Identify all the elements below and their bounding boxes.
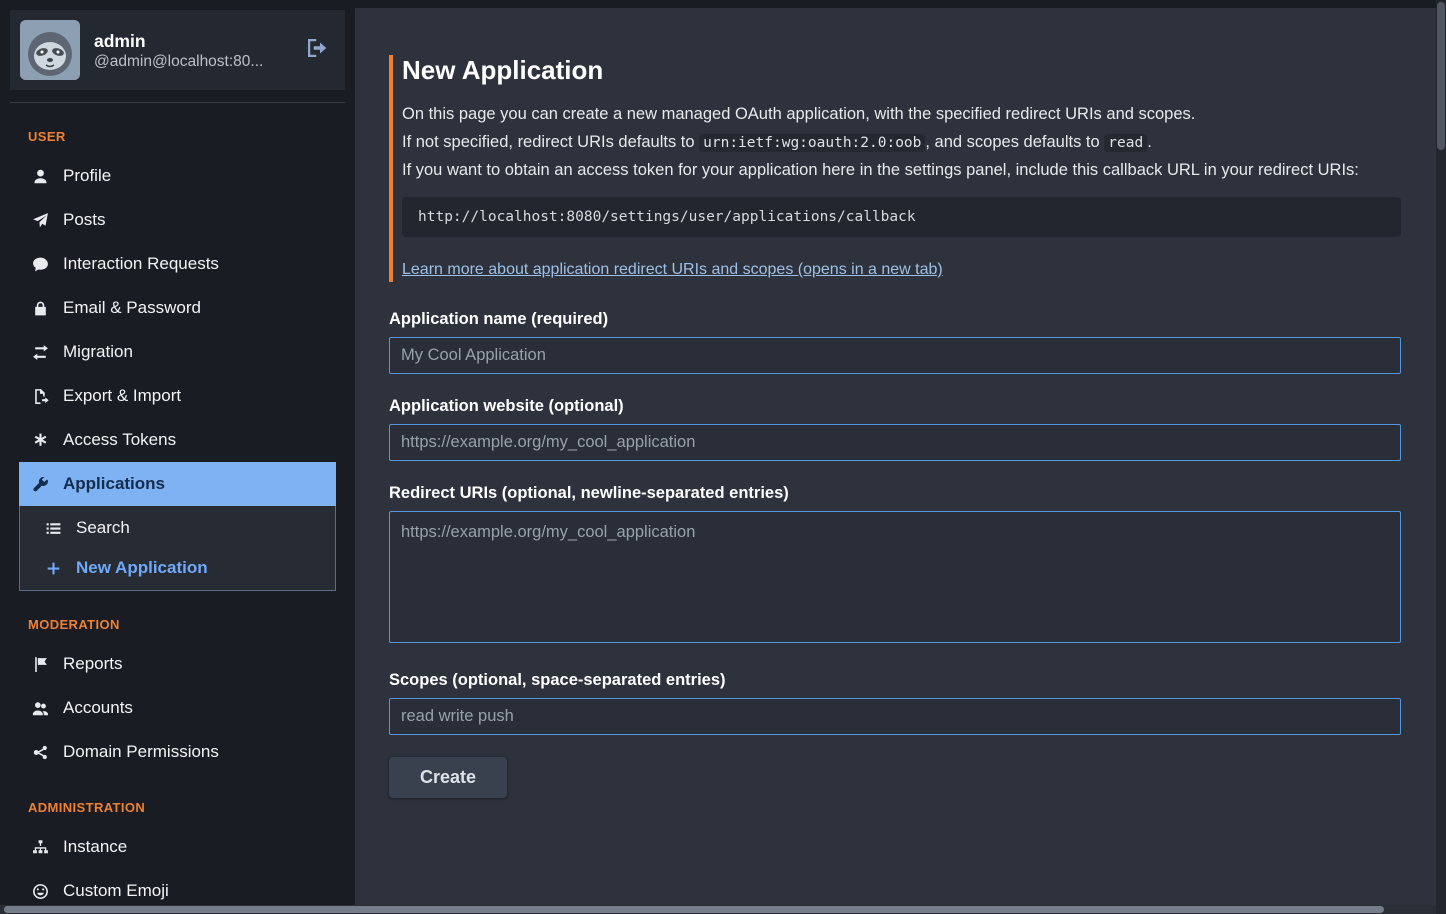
sidebar-item-export-import[interactable]: Export & Import bbox=[19, 374, 336, 418]
sidebar-item-search[interactable]: Search bbox=[20, 508, 335, 548]
file-export-icon bbox=[31, 388, 49, 405]
sidebar-item-domain-permissions[interactable]: Domain Permissions bbox=[19, 730, 336, 774]
sidebar-item-instance[interactable]: Instance bbox=[19, 825, 336, 869]
scopes-group: Scopes (optional, space-separated entrie… bbox=[389, 671, 1401, 735]
user-card[interactable]: admin @admin@localhost:80... bbox=[10, 10, 345, 90]
network-nodes-icon bbox=[31, 744, 49, 761]
sidebar: admin @admin@localhost:80... USER Profil… bbox=[0, 0, 355, 914]
sidebar-item-label: Export & Import bbox=[63, 385, 181, 407]
application-website-group: Application website (optional) bbox=[389, 397, 1401, 461]
sidebar-item-label: Search bbox=[76, 517, 130, 539]
section-header-administration: ADMINISTRATION bbox=[28, 800, 327, 815]
sidebar-item-label: Migration bbox=[63, 341, 133, 363]
list-icon bbox=[44, 520, 62, 537]
oob-inline-code: urn:ietf:wg:oauth:2.0:oob bbox=[699, 134, 925, 152]
learn-more-link[interactable]: Learn more about application redirect UR… bbox=[402, 261, 943, 278]
sitemap-icon bbox=[31, 839, 49, 856]
create-button[interactable]: Create bbox=[389, 757, 507, 798]
sidebar-item-profile[interactable]: Profile bbox=[19, 154, 336, 198]
application-website-label: Application website (optional) bbox=[389, 397, 1401, 416]
redirect-uris-textarea[interactable] bbox=[389, 511, 1401, 643]
sidebar-item-label: Interaction Requests bbox=[63, 253, 219, 275]
comment-icon bbox=[31, 256, 49, 273]
learn-more-wrap: Learn more about application redirect UR… bbox=[402, 257, 1401, 283]
sidebar-item-label: Access Tokens bbox=[63, 429, 176, 451]
sidebar-item-label: Instance bbox=[63, 836, 127, 858]
plus-icon bbox=[44, 560, 62, 577]
intro-line-2-pre: If not specified, redirect URIs defaults… bbox=[402, 133, 699, 151]
sidebar-item-applications[interactable]: Applications bbox=[19, 462, 336, 506]
token-asterisk-icon bbox=[31, 432, 49, 449]
main-panel: New Application On this page you can cre… bbox=[355, 8, 1436, 914]
avatar bbox=[20, 20, 80, 80]
vertical-scrollbar-track bbox=[1436, 0, 1446, 914]
page-title: New Application bbox=[402, 55, 1401, 86]
application-name-label: Application name (required) bbox=[389, 310, 1401, 329]
intro-line-2-post: . bbox=[1147, 133, 1152, 151]
flag-icon bbox=[31, 656, 49, 673]
exchange-arrows-icon bbox=[31, 344, 49, 361]
main-column: New Application On this page you can cre… bbox=[355, 0, 1436, 914]
horizontal-scrollbar-track bbox=[0, 905, 1436, 914]
user-card-wrap: admin @admin@localhost:80... bbox=[10, 10, 345, 103]
nav-administration: Instance Custom Emoji Actions bbox=[19, 825, 336, 914]
intro-line-1: On this page you can create a new manage… bbox=[402, 102, 1401, 127]
redirect-uris-group: Redirect URIs (optional, newline-separat… bbox=[389, 484, 1401, 648]
intro-block: New Application On this page you can cre… bbox=[389, 55, 1401, 282]
wrench-icon bbox=[31, 476, 49, 493]
scopes-label: Scopes (optional, space-separated entrie… bbox=[389, 671, 1401, 690]
section-header-moderation: MODERATION bbox=[28, 617, 327, 632]
sidebar-item-label: Posts bbox=[63, 209, 106, 231]
scopes-input[interactable] bbox=[389, 698, 1401, 735]
sidebar-item-label: Applications bbox=[63, 473, 165, 495]
sidebar-item-interaction-requests[interactable]: Interaction Requests bbox=[19, 242, 336, 286]
redirect-uris-label: Redirect URIs (optional, newline-separat… bbox=[389, 484, 1401, 503]
application-website-input[interactable] bbox=[389, 424, 1401, 461]
users-icon bbox=[31, 700, 49, 717]
sidebar-item-label: New Application bbox=[76, 557, 208, 579]
applications-submenu: Search New Application bbox=[19, 506, 336, 591]
sidebar-item-label: Custom Emoji bbox=[63, 880, 169, 902]
nav-user: Profile Posts Interaction Requests Email… bbox=[19, 154, 336, 462]
sidebar-item-access-tokens[interactable]: Access Tokens bbox=[19, 418, 336, 462]
sidebar-item-label: Accounts bbox=[63, 697, 133, 719]
section-header-user: USER bbox=[28, 129, 327, 144]
sidebar-item-label: Domain Permissions bbox=[63, 741, 219, 763]
horizontal-scrollbar-thumb[interactable] bbox=[4, 906, 1384, 913]
read-inline-code: read bbox=[1104, 134, 1147, 152]
application-name-group: Application name (required) bbox=[389, 310, 1401, 374]
sidebar-item-reports[interactable]: Reports bbox=[19, 642, 336, 686]
logout-icon[interactable] bbox=[305, 36, 329, 65]
nav-moderation: Reports Accounts Domain Permissions bbox=[19, 642, 336, 774]
sidebar-item-posts[interactable]: Posts bbox=[19, 198, 336, 242]
sidebar-item-email-password[interactable]: Email & Password bbox=[19, 286, 336, 330]
username: admin bbox=[94, 29, 291, 54]
sidebar-item-label: Email & Password bbox=[63, 297, 201, 319]
vertical-scrollbar-thumb[interactable] bbox=[1437, 2, 1445, 150]
sidebar-item-migration[interactable]: Migration bbox=[19, 330, 336, 374]
user-handle: @admin@localhost:80... bbox=[94, 53, 291, 71]
new-application-form: Application name (required) Application … bbox=[389, 310, 1401, 798]
sidebar-item-new-application[interactable]: New Application bbox=[20, 548, 335, 588]
smiley-icon bbox=[31, 883, 49, 900]
sidebar-item-accounts[interactable]: Accounts bbox=[19, 686, 336, 730]
sidebar-item-label: Reports bbox=[63, 653, 123, 675]
callback-url-code: http://localhost:8080/settings/user/appl… bbox=[402, 197, 1401, 237]
applications-block: Applications Search New Application bbox=[19, 462, 336, 591]
sidebar-item-label: Profile bbox=[63, 165, 111, 187]
intro-line-3: If you want to obtain an access token fo… bbox=[402, 158, 1401, 183]
intro-line-2-mid: , and scopes defaults to bbox=[925, 133, 1104, 151]
user-icon bbox=[31, 168, 49, 185]
application-name-input[interactable] bbox=[389, 337, 1401, 374]
user-info: admin @admin@localhost:80... bbox=[94, 29, 291, 72]
intro-line-2: If not specified, redirect URIs defaults… bbox=[402, 130, 1401, 156]
paper-plane-icon bbox=[31, 212, 49, 229]
lock-icon bbox=[31, 300, 49, 317]
